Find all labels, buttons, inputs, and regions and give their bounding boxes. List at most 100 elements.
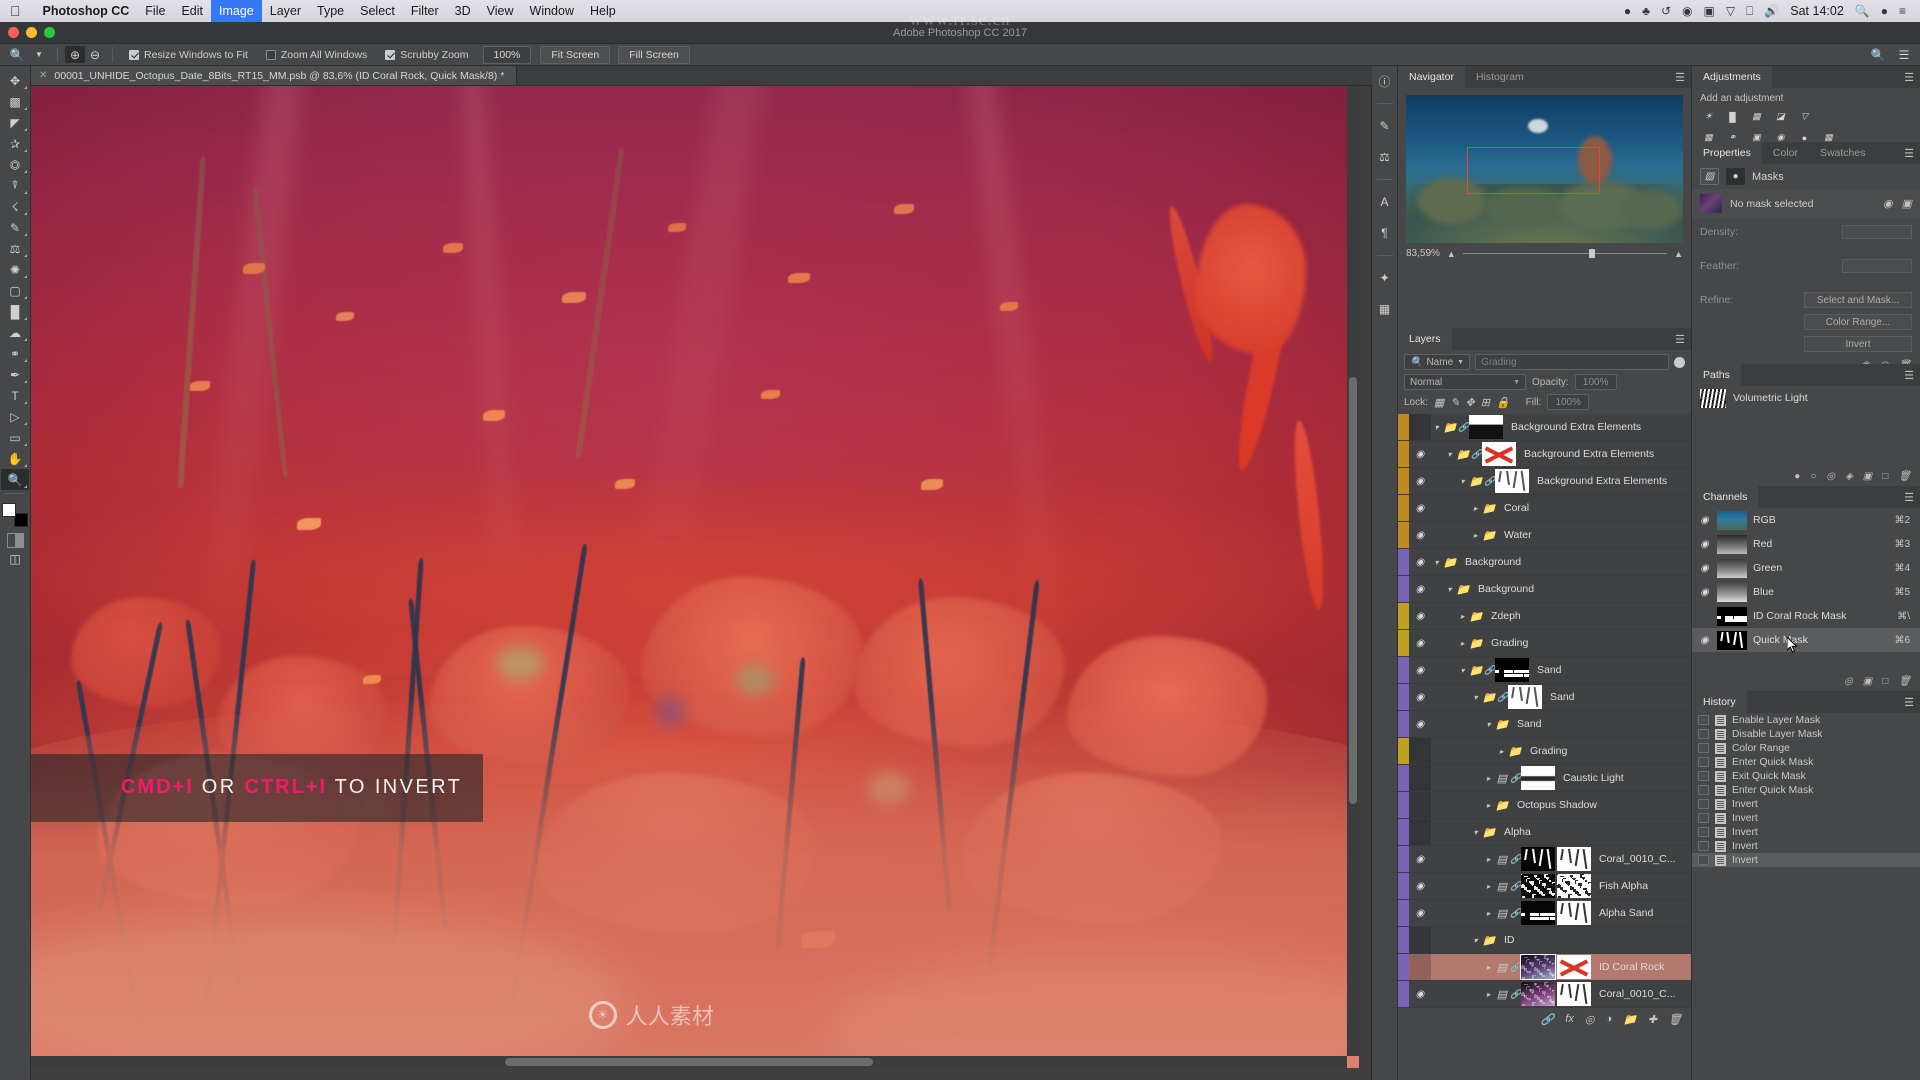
screen-mode-icon[interactable]: ◫ (1, 548, 29, 569)
history-row[interactable]: Enter Quick Mask (1692, 755, 1920, 769)
history-snapshot-slot[interactable] (1698, 771, 1709, 781)
layer-expand-toggle[interactable]: ▸ (1483, 963, 1494, 972)
character-icon[interactable]: A (1375, 193, 1395, 211)
layer-visibility-toggle[interactable]: ◉ (1409, 476, 1431, 487)
brush-tool[interactable]: ✎ (1, 217, 29, 238)
zoom-in-icon[interactable]: ▲ (1674, 249, 1683, 259)
layer-link-icon[interactable]: 🔗 (1458, 422, 1469, 433)
history-snapshot-slot[interactable] (1698, 813, 1709, 823)
history-snapshot-slot[interactable] (1698, 799, 1709, 809)
layer-visibility-toggle[interactable]: ◉ (1409, 611, 1431, 622)
tab-layers[interactable]: Layers (1398, 328, 1452, 350)
new-channel-icon[interactable]: □ (1882, 676, 1888, 687)
layer-thumbnail[interactable] (1495, 469, 1529, 493)
layer-row[interactable]: ◉ ▾ 📁 Background (1398, 549, 1691, 576)
search-icon[interactable]: 🔍 (1855, 5, 1870, 17)
history-snapshot-slot[interactable] (1698, 827, 1709, 837)
layer-name[interactable]: Octopus Shadow (1510, 799, 1597, 811)
workspace-icon[interactable]: ☰ (1894, 46, 1914, 63)
notification-center-icon[interactable]: ≡ (1899, 5, 1906, 17)
layer-mask-thumbnail[interactable] (1557, 982, 1591, 1006)
panel-menu-icon[interactable]: ☰ (1898, 142, 1920, 164)
styles-icon[interactable]: ✦ (1375, 269, 1395, 287)
path-selection-tool[interactable]: ▷ (1, 406, 29, 427)
zoom-out-icon[interactable]: ▲ (1447, 249, 1456, 259)
quick-selection-tool[interactable]: ✰ (1, 133, 29, 154)
new-layer-icon[interactable]: ✚ (1648, 1013, 1657, 1026)
layer-row[interactable]: ◉ ▾ 📁 Background (1398, 576, 1691, 603)
move-tool[interactable]: ✥ (1, 70, 29, 91)
apple-icon[interactable]:  (10, 4, 21, 18)
layer-expand-toggle[interactable]: ▸ (1483, 909, 1494, 918)
history-list[interactable]: Enable Layer Mask Disable Layer Mask Color… (1692, 713, 1920, 867)
navigator-view-box[interactable] (1466, 146, 1600, 195)
delete-path-icon[interactable]: 🗑 (1898, 471, 1911, 482)
vertical-scrollbar[interactable] (1347, 86, 1359, 1056)
layer-expand-toggle[interactable]: ▸ (1457, 639, 1468, 648)
layer-expand-toggle[interactable]: ▸ (1483, 855, 1494, 864)
layer-expand-toggle[interactable]: ▾ (1444, 585, 1455, 594)
layer-name[interactable]: Background Extra Elements (1530, 475, 1667, 487)
layer-visibility-toggle[interactable]: ◉ (1409, 503, 1431, 514)
layer-row[interactable]: ▾ 📁 Alpha (1398, 819, 1691, 846)
history-row[interactable]: Invert (1692, 797, 1920, 811)
zoom-tool[interactable]: 🔍 (1, 469, 29, 490)
layer-name[interactable]: ID Coral Rock (1592, 961, 1664, 973)
close-window-button[interactable] (8, 27, 19, 38)
marquee-tool[interactable]: ▩ (1, 91, 29, 112)
clone-stamp-tool[interactable]: ⚖ (1, 238, 29, 259)
layer-mask-thumbnail[interactable] (1557, 955, 1591, 979)
artwork-image[interactable]: CMD+I OR CTRL+I TO INVERT ☀ 人人素材 (31, 86, 1359, 1068)
add-mask-icon[interactable]: ◎ (1585, 1013, 1595, 1026)
layer-name[interactable]: Coral (1497, 502, 1529, 514)
layer-filter-input[interactable]: Grading (1475, 354, 1669, 370)
menu-edit[interactable]: Edit (173, 0, 211, 22)
lock-image-icon[interactable]: ✎ (1450, 396, 1459, 409)
layer-link-icon[interactable]: 🔗 (1510, 908, 1521, 919)
brightness-contrast-icon[interactable]: ☀ (1700, 109, 1717, 124)
type-tool[interactable]: T (1, 385, 29, 406)
layer-name[interactable]: Sand (1543, 691, 1575, 703)
navigator-zoom-value[interactable]: 83,59% (1406, 248, 1440, 259)
battery-icon[interactable]: ▣ (1704, 5, 1715, 17)
fill-path-icon[interactable]: ● (1794, 471, 1800, 482)
vpn-icon[interactable]: ◉ (1682, 5, 1692, 17)
apply-mask-icon[interactable]: ▣ (1902, 197, 1912, 210)
layer-link-icon[interactable]: 🔗 (1484, 665, 1495, 676)
paragraph-icon[interactable]: ¶ (1375, 224, 1395, 242)
layer-visibility-toggle[interactable] (1409, 738, 1431, 764)
layer-expand-toggle[interactable]: ▾ (1483, 720, 1494, 729)
layer-expand-toggle[interactable]: ▾ (1470, 828, 1481, 837)
zoom-in-icon[interactable]: ⊕ (65, 46, 85, 63)
minimize-window-button[interactable] (26, 27, 37, 38)
feather-field[interactable] (1842, 259, 1912, 273)
history-snapshot-slot[interactable] (1698, 743, 1709, 753)
layer-expand-toggle[interactable]: ▸ (1470, 531, 1481, 540)
tab-properties[interactable]: Properties (1692, 142, 1762, 164)
exposure-icon[interactable]: ◪ (1772, 109, 1789, 124)
zoom-out-icon[interactable]: ⊖ (85, 46, 105, 63)
layer-expand-toggle[interactable]: ▾ (1457, 666, 1468, 675)
layer-thumbnail[interactable] (1482, 442, 1516, 466)
tab-channels[interactable]: Channels (1692, 486, 1759, 508)
layer-row[interactable]: ▸ 📁 Grading (1398, 738, 1691, 765)
dropbox-icon[interactable]: ● (1624, 5, 1631, 17)
layer-style-icon[interactable]: fx (1565, 1013, 1574, 1025)
layer-thumbnail[interactable] (1469, 415, 1503, 439)
layer-expand-toggle[interactable]: ▾ (1457, 477, 1468, 486)
fill-screen-button[interactable]: Fill Screen (618, 45, 690, 64)
channel-visibility-toggle[interactable]: ◉ (1698, 635, 1711, 646)
document-tab[interactable]: ✕ 00001_UNHIDE_Octopus_Date_8Bits_RT15_M… (31, 66, 518, 85)
layer-visibility-toggle[interactable]: ◉ (1409, 557, 1431, 568)
layer-row[interactable]: ◉ ▾ 📁 🔗 Sand (1398, 657, 1691, 684)
channel-row[interactable]: ◉ Blue ⌘5 (1692, 580, 1920, 604)
menu-file[interactable]: File (137, 0, 173, 22)
new-group-icon[interactable]: 📁 (1623, 1013, 1637, 1026)
layer-visibility-toggle[interactable]: ◉ (1409, 665, 1431, 676)
layer-expand-toggle[interactable]: ▾ (1431, 423, 1442, 432)
menu-window[interactable]: Window (522, 0, 582, 22)
layer-mask-thumbnail[interactable] (1557, 901, 1591, 925)
layer-link-icon[interactable]: 🔗 (1510, 962, 1521, 973)
navigator-thumbnail[interactable] (1406, 95, 1683, 243)
layer-name[interactable]: Coral_0010_C... (1592, 853, 1675, 865)
